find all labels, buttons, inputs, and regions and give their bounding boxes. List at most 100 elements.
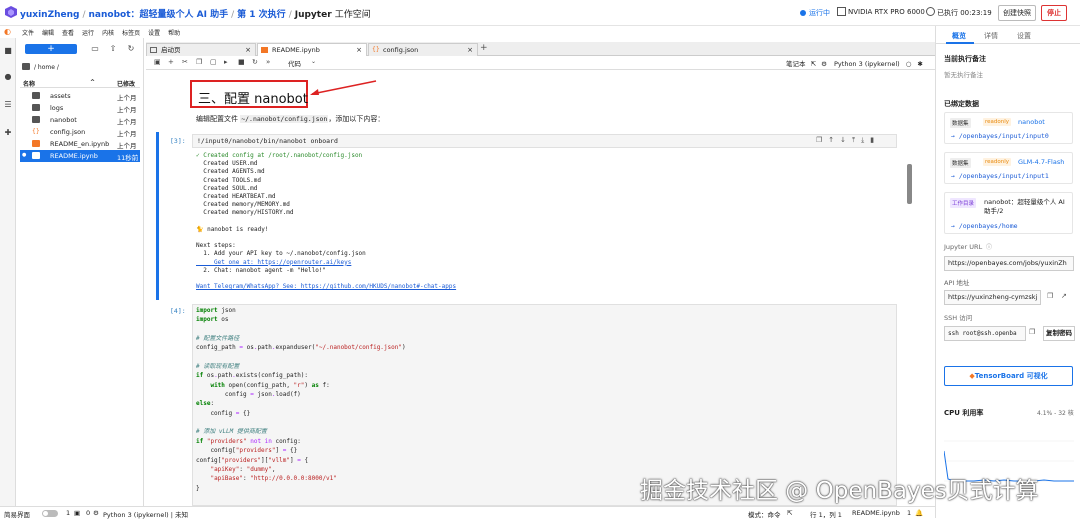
terminal-count[interactable]: 1	[66, 509, 70, 517]
info-icon[interactable]: ⓘ	[986, 242, 992, 251]
debug-icon[interactable]: ⚙	[821, 60, 827, 68]
cell-type-select[interactable]: 代码	[288, 58, 301, 68]
insert-above-icon[interactable]: ⤒	[852, 136, 861, 144]
tab-details[interactable]: 详情	[984, 31, 998, 41]
current-path[interactable]: / home /	[34, 64, 59, 71]
cell-prompt: [4]:	[170, 307, 186, 315]
open-link-icon[interactable]: ↗	[1061, 292, 1067, 300]
toc-icon[interactable]: ☰	[3, 100, 13, 110]
duplicate-icon[interactable]: ❐	[816, 136, 828, 144]
bell-icon[interactable]: 🔔	[915, 509, 923, 517]
settings-gear-icon[interactable]: ✱	[918, 60, 923, 68]
column-name[interactable]: 名称	[23, 79, 35, 88]
file-row-selected[interactable]: ● README.ipynb 11秒前	[20, 150, 140, 162]
active-cell-indicator[interactable]	[156, 132, 159, 300]
delete-icon[interactable]: ▮	[870, 136, 880, 144]
folder-icon[interactable]: ■	[3, 46, 13, 56]
upload-icon[interactable]: ⇧	[108, 44, 118, 54]
dataset-card[interactable]: 数据集 readonly nanobot → /openbayes/input/…	[944, 112, 1073, 144]
new-launcher-button[interactable]: +	[25, 44, 77, 54]
save-icon[interactable]: ▣	[154, 58, 161, 66]
tab-label: 启动页	[161, 46, 181, 54]
breadcrumb-project[interactable]: nanobot：超轻量级个人 AI 助手	[89, 10, 229, 20]
tab-readme[interactable]: README.ipynb ×	[257, 43, 367, 56]
file-row[interactable]: logs 上个月	[20, 102, 140, 114]
jupyter-url-field[interactable]: https://openbayes.com/jobs/yuxinZh	[944, 256, 1074, 271]
close-icon[interactable]: ×	[467, 44, 473, 56]
output-line: ✓ Created config at /root/.nanobot/confi…	[196, 152, 363, 159]
add-cell-icon[interactable]: +	[168, 58, 174, 66]
close-icon[interactable]: ×	[245, 44, 251, 56]
file-row[interactable]: {} config.json 上个月	[20, 126, 140, 138]
cut-icon[interactable]: ✂	[182, 58, 188, 66]
workdir-card[interactable]: 工作目录 nanobot：超轻量级个人 AI 助手/2 → /openbayes…	[944, 192, 1073, 234]
chevron-down-icon[interactable]: ⌄	[311, 58, 316, 65]
kernel-name[interactable]: Python 3 (ipykernel)	[834, 60, 900, 68]
file-row[interactable]: nanobot 上个月	[20, 114, 140, 126]
menu-help[interactable]: 帮助	[168, 28, 180, 37]
openbayes-logo-icon[interactable]	[4, 5, 18, 19]
close-icon[interactable]: ×	[356, 44, 362, 56]
share-icon[interactable]: ⇱	[787, 509, 792, 517]
workdir-name[interactable]: nanobot：超轻量级个人 AI 助手/2	[984, 198, 1066, 216]
restart-icon[interactable]: ↻	[252, 58, 258, 66]
extension-icon[interactable]: ✚	[3, 128, 13, 138]
tab-overview[interactable]: 概览	[952, 31, 966, 41]
refresh-icon[interactable]: ↻	[126, 44, 136, 54]
move-down-icon[interactable]: ↓	[840, 136, 852, 144]
code-cell-source[interactable]: import json import os # 配置文件路径 config_pa…	[196, 306, 406, 493]
code-cell-input[interactable]: !/input0/nanobot/bin/nanobot onboard	[192, 134, 897, 148]
file-row[interactable]: README_en.ipynb 上个月	[20, 138, 140, 150]
stop-button[interactable]: 停止	[1041, 5, 1067, 21]
notebook-scrollbar[interactable]	[907, 164, 912, 204]
move-up-icon[interactable]: ↑	[828, 136, 840, 144]
breadcrumb-run[interactable]: 第 1 次执行	[237, 10, 286, 20]
menu-edit[interactable]: 编辑	[42, 28, 54, 37]
terminal-icon: ▣	[74, 509, 81, 517]
notification-count[interactable]: 1	[907, 509, 911, 517]
sort-caret-icon[interactable]: ^	[90, 79, 95, 86]
file-modified: 上个月	[117, 142, 137, 150]
ssh-command-field[interactable]: ssh root@ssh.openba	[944, 326, 1026, 341]
menu-settings[interactable]: 设置	[148, 28, 160, 37]
file-name: logs	[50, 104, 64, 112]
menu-file[interactable]: 文件	[22, 28, 34, 37]
api-label: API 地址	[944, 279, 970, 287]
copy-icon[interactable]: ❐	[1047, 292, 1053, 300]
copy-icon[interactable]: ❐	[1029, 328, 1035, 336]
create-snapshot-button[interactable]: 创建快照	[998, 5, 1036, 21]
share-icon[interactable]: ⇱	[811, 60, 816, 68]
breadcrumb-user[interactable]: yuxinZheng	[20, 10, 79, 20]
fast-forward-icon[interactable]: »	[266, 58, 270, 66]
tab-config[interactable]: {} config.json ×	[368, 43, 478, 56]
running-icon[interactable]: ●	[3, 72, 13, 82]
menu-tabs[interactable]: 标签页	[122, 28, 140, 37]
paste-icon[interactable]: ▢	[210, 58, 217, 66]
new-tab-icon[interactable]: +	[480, 43, 488, 53]
insert-below-icon[interactable]: ⤓	[861, 136, 870, 144]
tab-launcher[interactable]: 启动页 ×	[146, 43, 256, 56]
stop-icon[interactable]: ■	[238, 58, 245, 66]
menu-run[interactable]: 运行	[82, 28, 94, 37]
tensorboard-button[interactable]: ◆TensorBoard 可视化	[944, 366, 1073, 386]
kernel-count[interactable]: 0	[86, 509, 90, 517]
kernel-status-icon: ○	[905, 60, 912, 68]
menu-kernel[interactable]: 内核	[102, 28, 114, 37]
api-url-field[interactable]: https://yuxinzheng-cymzskj	[944, 290, 1041, 305]
gpu-label: NVIDIA RTX PRO 6000	[848, 8, 925, 16]
file-row[interactable]: assets 上个月	[20, 90, 140, 102]
dataset-name[interactable]: nanobot	[1018, 118, 1045, 126]
menu-view[interactable]: 查看	[62, 28, 74, 37]
notebook-label[interactable]: 笔记本	[786, 60, 806, 68]
dataset-name[interactable]: GLM-4.7-Flash	[1018, 158, 1064, 166]
copy-icon[interactable]: ❐	[196, 58, 202, 66]
run-icon[interactable]: ▸	[224, 58, 228, 66]
simple-mode-toggle[interactable]	[42, 510, 58, 517]
tab-settings[interactable]: 设置	[1017, 31, 1031, 41]
copy-password-button[interactable]: 复制密码	[1043, 326, 1075, 341]
column-modified[interactable]: 已修改	[117, 79, 135, 88]
new-folder-icon[interactable]: ▭	[90, 44, 100, 54]
file-modified: 上个月	[117, 118, 137, 126]
output-line: Created AGENTS.md	[196, 168, 265, 176]
dataset-card[interactable]: 数据集 readonly GLM-4.7-Flash → /openbayes/…	[944, 152, 1073, 184]
